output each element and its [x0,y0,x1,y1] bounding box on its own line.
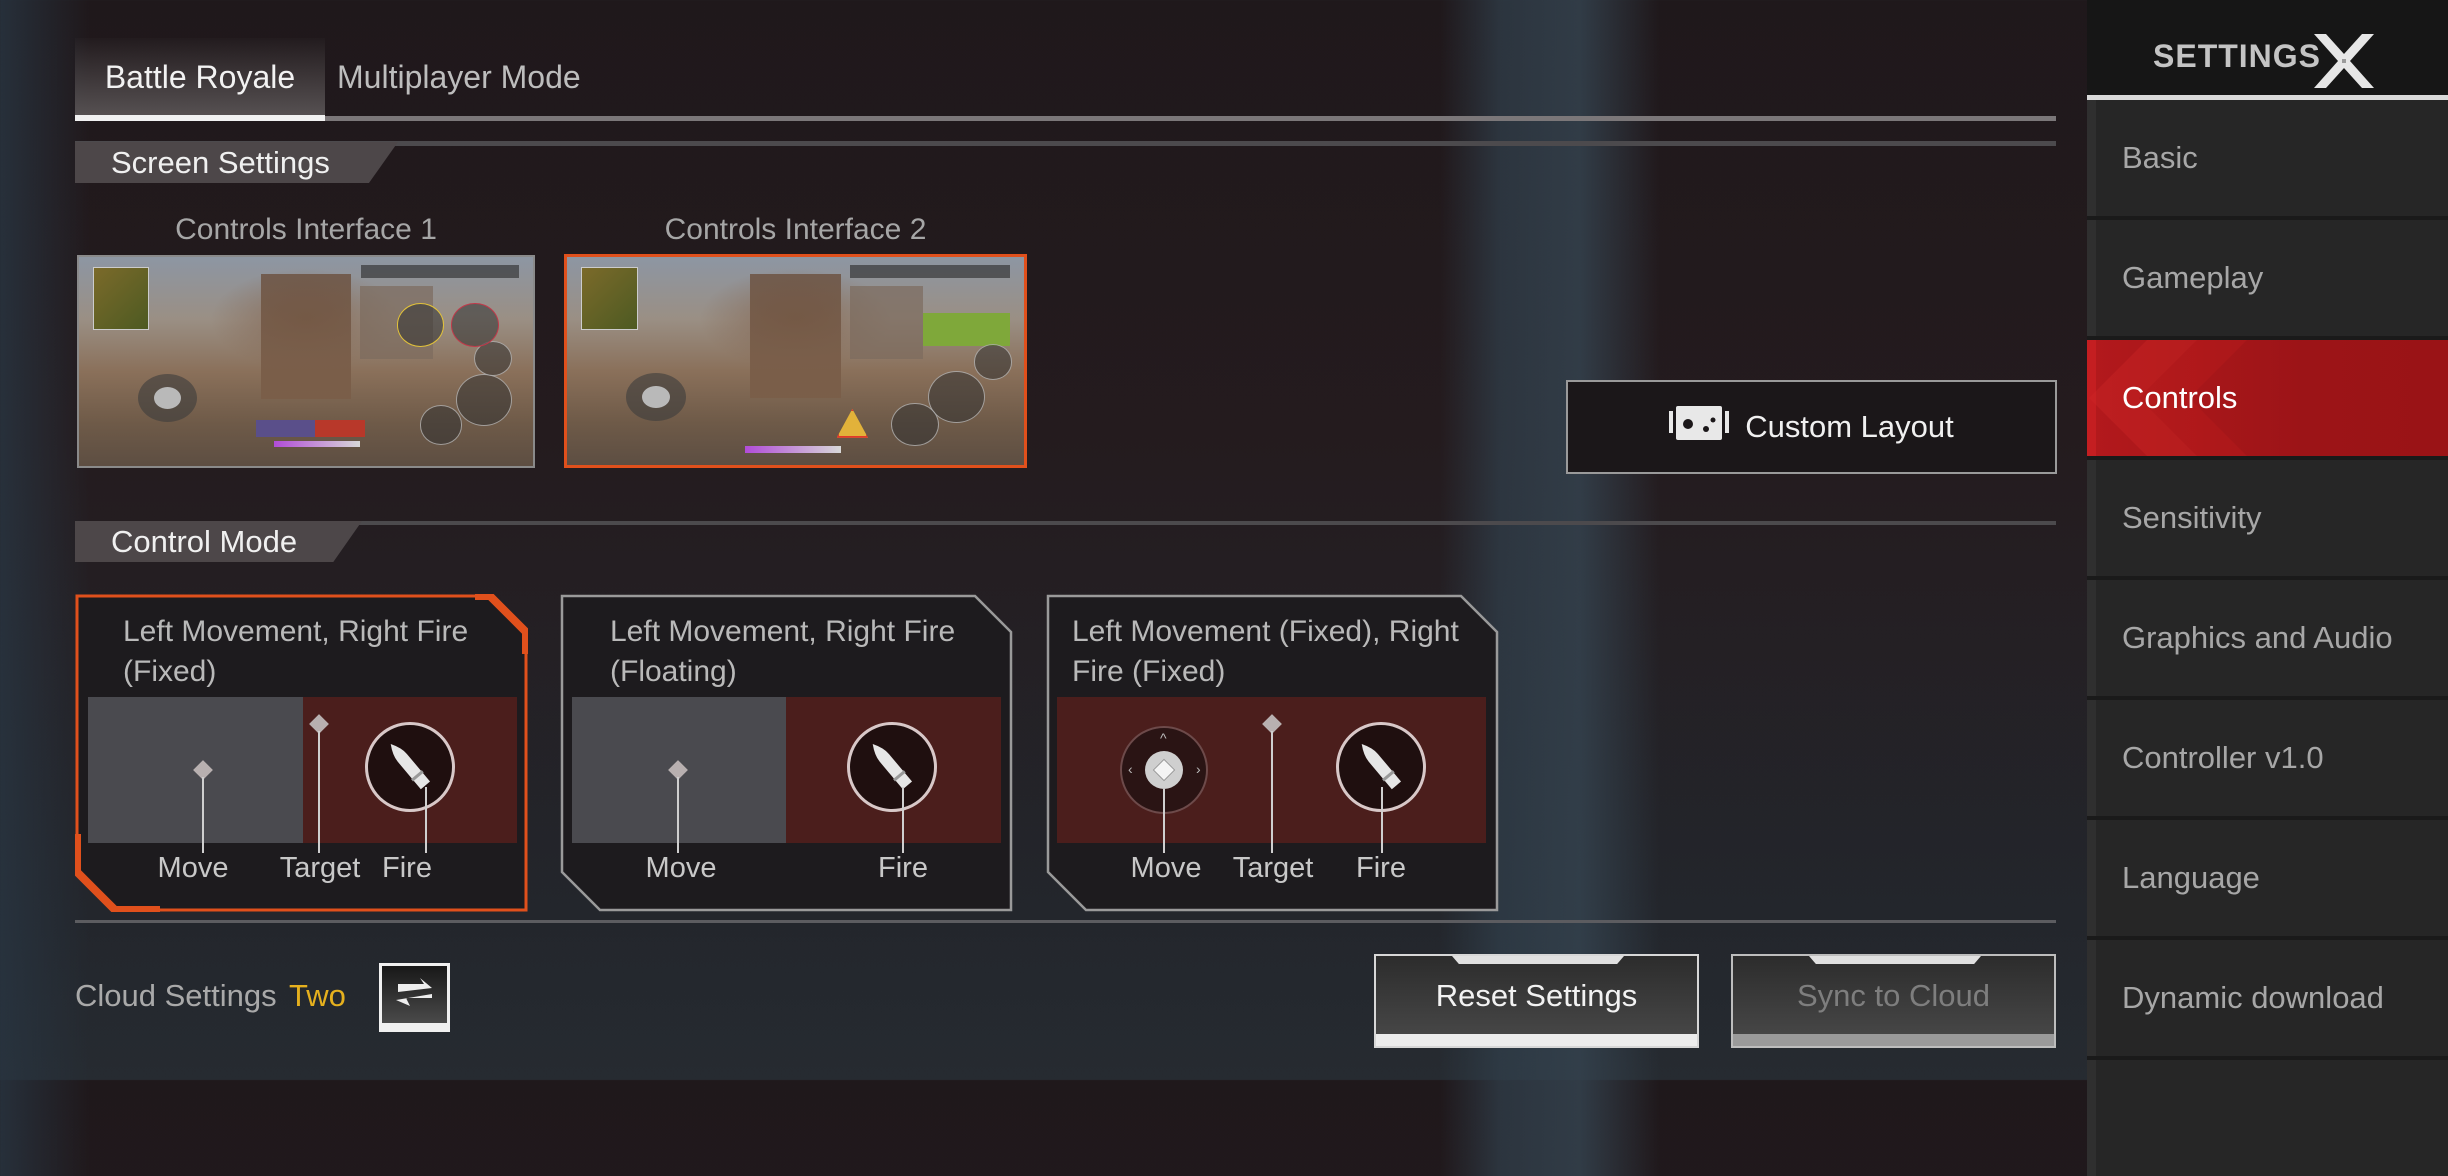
tab-divider [75,116,2056,121]
interface-2-label: Controls Interface 2 [664,213,927,246]
preview-ability-button [396,302,445,347]
sidebar-item-label: Gameplay [2122,260,2264,295]
fire-pointer-line [425,787,427,843]
gamepad-layout-icon [1669,405,1730,449]
preview-fire-button [455,374,513,427]
sidebar-item-label: Basic [2122,140,2198,175]
sidebar-item-sensitivity[interactable]: Sensitivity [2087,460,2448,576]
swap-arrows-icon [382,966,447,1023]
tab-active-indicator [75,115,325,121]
controls-interface-1-preview[interactable] [77,255,535,468]
sidebar-header: SETTINGS [2087,0,2448,95]
sidebar-item-partial[interactable] [2087,1060,2448,1176]
preview-jump-button [891,402,940,447]
cloud-settings-value: Two [289,978,346,1013]
cloud-swap-button[interactable] [379,963,450,1032]
preview-ultimate-button [451,302,499,347]
option-preview: ^ ‹ › [1057,697,1486,843]
move-pointer-line [202,777,204,843]
move-pointer-line [677,777,679,843]
preview-hud-top [360,265,520,278]
cloud-settings-label: Cloud Settings [75,978,277,1013]
sidebar-title: SETTINGS [2153,38,2322,74]
control-mode-option-fixed[interactable]: Left Movement, Right Fire (Fixed) Move T… [75,594,528,912]
preview-joystick [626,373,686,422]
preview-jump-button [419,405,463,445]
bullet-fire-icon [847,722,937,812]
sidebar-item-label: Sensitivity [2122,500,2262,535]
preview-scene-building [850,286,924,359]
section-header-control-mode: Control Mode [75,521,362,562]
sidebar-item-controller[interactable]: Controller v1.0 [2087,700,2448,816]
sidebar-item-label: Controls [2122,380,2238,415]
option-title: Left Movement, Right Fire (Floating) [610,615,956,688]
preview-hud-top [850,265,1011,278]
tab-multiplayer-mode[interactable]: Multiplayer Mode [325,38,581,116]
sidebar-item-label: Language [2122,860,2260,895]
sidebar-item-gameplay[interactable]: Gameplay [2087,220,2448,336]
fire-label: Fire [382,852,432,884]
sidebar-item-label: Controller v1.0 [2122,740,2324,775]
preview-scene-tower [749,273,842,399]
sync-to-cloud-button[interactable]: Sync to Cloud [1731,954,2056,1048]
sidebar-item-controls[interactable]: Controls [2087,340,2448,456]
preview-joystick [138,374,198,423]
preview-minimap [580,267,638,330]
section-divider [75,521,2056,525]
sync-to-cloud-label: Sync to Cloud [1797,978,1990,1013]
preview-minimap [92,267,150,331]
fire-pointer-line [1381,787,1383,843]
close-x-icon[interactable] [2312,32,2376,95]
sidebar-item-label: Graphics and Audio [2122,620,2393,655]
option-preview [88,697,517,843]
preview-weapon-panel [923,313,1011,347]
fire-label: Fire [1356,852,1406,884]
sidebar-item-graphics-audio[interactable]: Graphics and Audio [2087,580,2448,696]
joystick-knob [1145,751,1183,789]
move-pointer-line [1163,789,1165,843]
move-label: Move [1130,852,1202,884]
custom-layout-button[interactable]: Custom Layout [1566,380,2057,474]
button-notch [1452,956,1624,964]
preview-health-bar [274,440,361,448]
button-notch [1809,956,1981,964]
option-title: Left Movement (Fixed), Right Fire (Fixed… [1072,615,1459,688]
reset-settings-button[interactable]: Reset Settings [1374,954,1699,1048]
control-mode-option-floating[interactable]: Left Movement, Right Fire (Floating) Mov… [560,594,1013,912]
preview-health-bar [745,446,842,453]
target-label: Target [279,852,361,884]
settings-sidebar: SETTINGS Basic Gameplay Controls Sensiti… [2087,0,2448,1176]
button-band [1376,1034,1697,1046]
section-header-screen-settings: Screen Settings [75,142,398,183]
sidebar-item-language[interactable]: Language [2087,820,2448,936]
sidebar-item-dynamic-download[interactable]: Dynamic download [2087,940,2448,1056]
sidebar-item-basic[interactable]: Basic [2087,100,2448,216]
joystick-left-arrow-icon: ‹ [1128,761,1133,777]
move-label: Move [645,852,717,884]
preview-scene-tower [260,273,352,400]
joystick-right-arrow-icon: › [1196,761,1201,777]
sidebar-item-label: Dynamic download [2122,980,2384,1015]
preview-weapon-slot-2 [256,420,316,437]
fire-pointer-line [902,787,904,843]
option-preview [572,697,1001,843]
bottom-divider [75,920,2056,923]
preview-weapon-slot [315,420,366,437]
bullet-fire-icon [365,722,455,812]
preview-aim-button [973,344,1013,380]
interface-1-label: Controls Interface 1 [175,213,437,246]
fire-label: Fire [878,852,928,884]
option-title: Left Movement, Right Fire (Fixed) [123,615,469,688]
custom-layout-label: Custom Layout [1745,409,1954,444]
tab-battle-royale[interactable]: Battle Royale [75,38,325,116]
move-label: Move [157,852,229,884]
controls-interface-2-preview[interactable] [564,254,1027,468]
button-band [1733,1034,2054,1046]
reset-settings-label: Reset Settings [1435,978,1638,1013]
joystick-up-arrow-icon: ^ [1160,730,1167,746]
target-label: Target [1232,852,1314,884]
control-mode-option-fixed-fixed[interactable]: Left Movement (Fixed), Right Fire (Fixed… [1046,594,1499,912]
target-pointer-line [1271,731,1273,843]
target-pointer-line [318,731,320,843]
